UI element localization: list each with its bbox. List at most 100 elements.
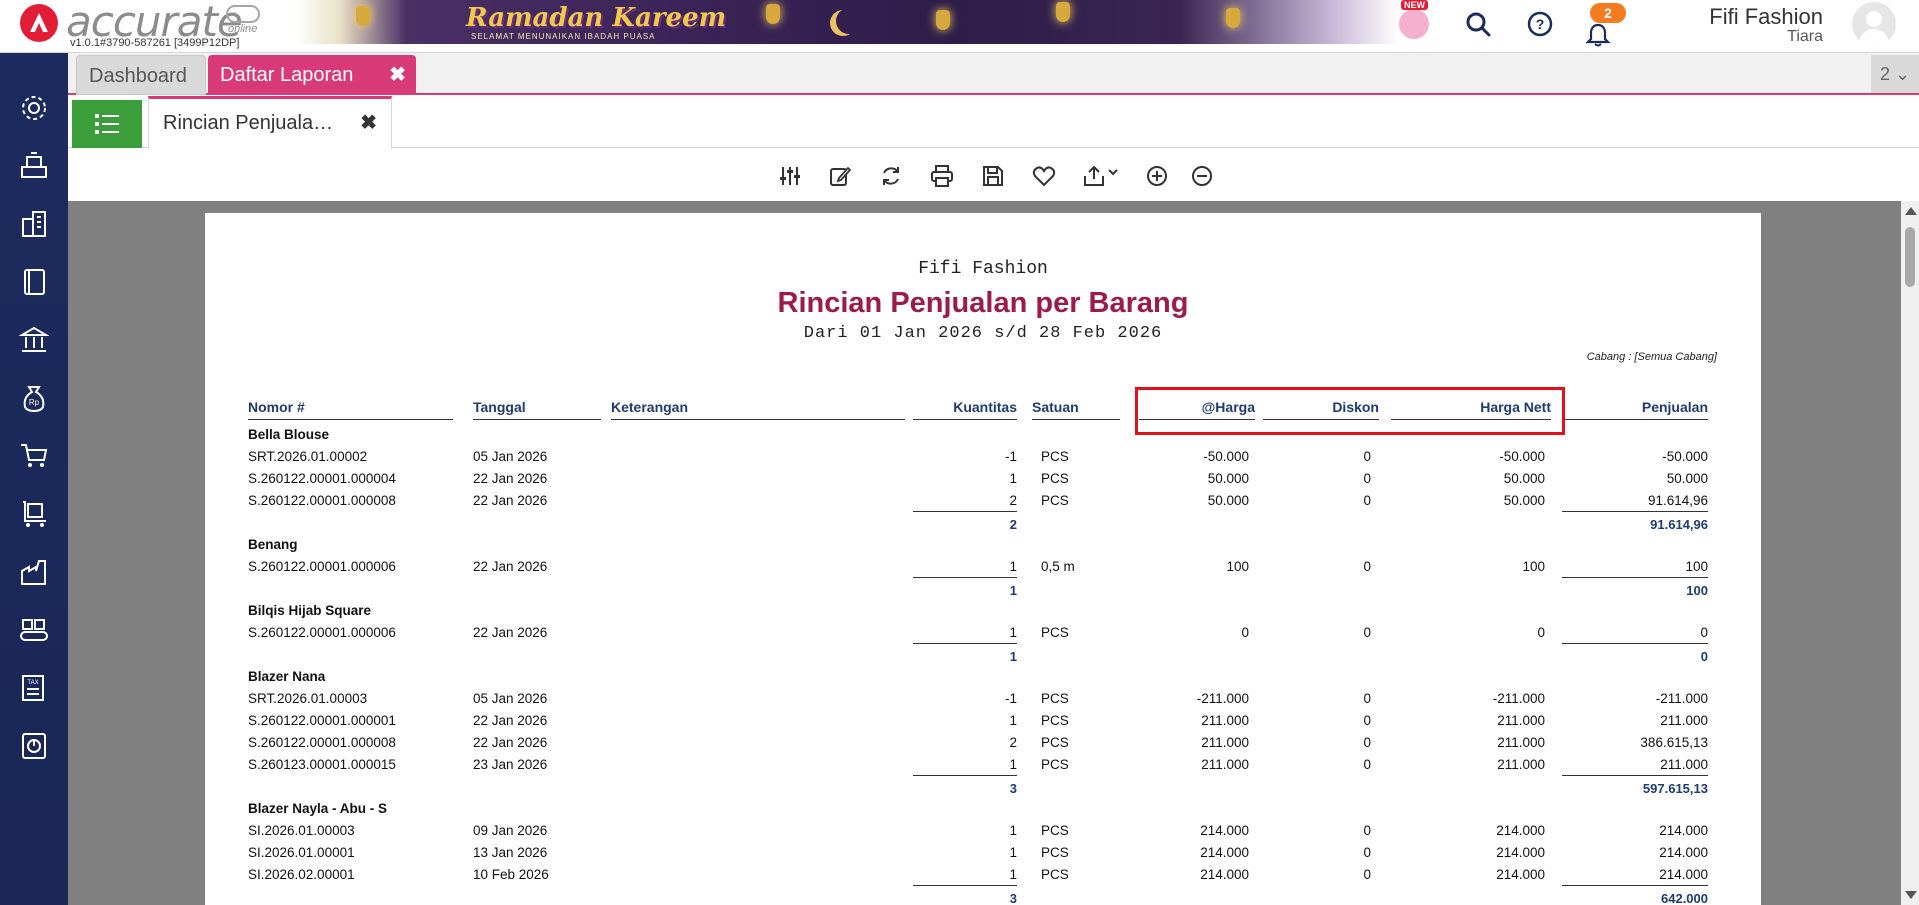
cell-penjualan: 50.000 xyxy=(1666,471,1708,486)
cell-tanggal: 10 Feb 2026 xyxy=(473,867,549,882)
svg-text:?: ? xyxy=(1536,16,1545,32)
zoom-out-icon[interactable] xyxy=(1187,161,1217,191)
cell-penjualan: 211.000 xyxy=(1660,713,1708,728)
group-total-qty: 2 xyxy=(1009,517,1017,532)
group-total-sales: 642.000 xyxy=(1661,891,1708,905)
cell-harga: 211.000 xyxy=(1201,735,1249,750)
cell-nomor: S.260122.00001.000004 xyxy=(248,471,396,486)
col-header-kuantitas: Kuantitas xyxy=(913,399,1017,420)
cell-diskon: 0 xyxy=(1363,559,1371,574)
banner-title: Ramadan Kareem xyxy=(466,3,727,33)
cell-tanggal: 22 Jan 2026 xyxy=(473,735,548,750)
cell-satuan: PCS xyxy=(1041,691,1069,706)
money-bag-icon[interactable]: Rp xyxy=(16,380,52,416)
cell-nomor: SI.2026.01.00001 xyxy=(248,845,355,860)
cell-tanggal: 22 Jan 2026 xyxy=(473,471,548,486)
search-icon[interactable] xyxy=(1464,10,1492,38)
cell-harga-nett: 211.000 xyxy=(1497,735,1545,750)
cell-diskon: 0 xyxy=(1363,691,1371,706)
cell-tanggal: 05 Jan 2026 xyxy=(473,691,548,706)
tab-daftar-laporan-label: Daftar Laporan xyxy=(220,64,354,86)
tax-icon[interactable]: TAX xyxy=(16,670,52,706)
report-chart-icon[interactable] xyxy=(16,728,52,764)
lantern-icon xyxy=(766,4,780,24)
cell-satuan: PCS xyxy=(1041,493,1069,508)
accurate-logo-icon xyxy=(20,4,58,42)
cell-kuantitas: -1 xyxy=(1004,691,1017,706)
col-header-tanggal: Tanggal xyxy=(473,399,601,420)
svg-text:Rp: Rp xyxy=(29,398,40,407)
open-tabs-dropdown[interactable]: 2 ⌄ xyxy=(1871,55,1919,93)
cell-kuantitas: 1 xyxy=(1009,823,1017,838)
app-logo-sub: online xyxy=(228,23,258,35)
cell-penjualan: 214.000 xyxy=(1659,823,1708,838)
cell-nomor: S.260122.00001.000006 xyxy=(248,559,396,574)
cell-nomor: S.260122.00001.000008 xyxy=(248,493,396,508)
user-name: Tiara xyxy=(1787,28,1823,45)
cell-harga: 50.000 xyxy=(1207,471,1249,486)
cart-icon[interactable] xyxy=(16,438,52,474)
refresh-icon[interactable] xyxy=(876,161,906,191)
report-list-button[interactable] xyxy=(72,100,142,148)
filter-sliders-icon[interactable] xyxy=(775,161,805,191)
zoom-in-icon[interactable] xyxy=(1142,161,1172,191)
tab-rincian-penjualan[interactable]: Rincian Penjuala… ✖ xyxy=(148,96,392,149)
gear-icon[interactable] xyxy=(16,90,52,126)
cell-satuan: PCS xyxy=(1041,867,1069,882)
col-header-nomor: Nomor # xyxy=(248,399,453,420)
group-total-sales: 0 xyxy=(1700,649,1708,664)
bell-icon[interactable] xyxy=(1585,22,1613,50)
print-icon[interactable] xyxy=(927,161,957,191)
scroll-thumb[interactable] xyxy=(1905,227,1915,287)
banner-subtitle: SELAMAT MENUNAIKAN IBADAH PUASA xyxy=(471,32,656,41)
cell-harga-nett: -50.000 xyxy=(1499,449,1545,464)
cell-kuantitas: 1 xyxy=(1009,845,1017,860)
cell-satuan: 0,5 m xyxy=(1041,559,1075,574)
scroll-down-arrow-icon[interactable] xyxy=(1905,891,1917,899)
tab-daftar-laporan[interactable]: Daftar Laporan ✖ xyxy=(208,55,416,95)
cell-diskon: 0 xyxy=(1363,845,1371,860)
factory-icon[interactable] xyxy=(16,554,52,590)
cell-diskon: 0 xyxy=(1363,471,1371,486)
cloud-icon xyxy=(226,5,260,23)
tab-dashboard[interactable]: Dashboard xyxy=(76,55,206,95)
building-icon[interactable] xyxy=(16,206,52,242)
bank-icon[interactable] xyxy=(16,322,52,358)
cell-nomor: SRT.2026.01.00002 xyxy=(248,449,368,464)
help-icon[interactable]: ? xyxy=(1526,10,1554,38)
save-icon[interactable] xyxy=(978,161,1008,191)
book-icon[interactable] xyxy=(16,264,52,300)
user-avatar[interactable] xyxy=(1852,2,1896,46)
cell-kuantitas: 1 xyxy=(913,625,1017,644)
price-columns-highlight xyxy=(1135,387,1565,435)
trolley-icon[interactable] xyxy=(16,496,52,532)
cell-satuan: PCS xyxy=(1041,823,1069,838)
company-name: Fifi Fashion xyxy=(1709,4,1823,29)
close-icon[interactable]: ✖ xyxy=(389,55,406,95)
cash-register-icon[interactable] xyxy=(16,148,52,184)
lantern-icon xyxy=(936,10,950,30)
cell-harga: 211.000 xyxy=(1201,757,1249,772)
cell-nomor: S.260122.00001.000006 xyxy=(248,625,396,640)
cell-penjualan: 386.615,13 xyxy=(1640,735,1708,750)
scroll-up-arrow-icon[interactable] xyxy=(1905,207,1917,215)
group-total-sales: 100 xyxy=(1686,583,1708,598)
export-icon[interactable] xyxy=(1080,161,1124,191)
edit-icon[interactable] xyxy=(825,161,855,191)
vertical-scrollbar[interactable] xyxy=(1901,201,1919,905)
cell-penjualan: 214.000 xyxy=(1659,845,1708,860)
whats-new-avatar[interactable] xyxy=(1397,7,1431,41)
cell-diskon: 0 xyxy=(1363,449,1371,464)
crescent-moon-icon xyxy=(836,8,862,34)
report-company: Fifi Fashion xyxy=(918,259,1048,279)
sidebar: Rp TAX xyxy=(0,53,68,905)
group-total-qty: 3 xyxy=(1009,781,1017,796)
group-name: Bella Blouse xyxy=(248,427,330,442)
favorite-icon[interactable] xyxy=(1029,161,1059,191)
cell-tanggal: 22 Jan 2026 xyxy=(473,713,548,728)
close-icon[interactable]: ✖ xyxy=(360,99,377,147)
cell-harga: 214.000 xyxy=(1200,845,1249,860)
cell-diskon: 0 xyxy=(1363,713,1371,728)
conveyor-icon[interactable] xyxy=(16,612,52,648)
svg-text:TAX: TAX xyxy=(27,680,38,686)
